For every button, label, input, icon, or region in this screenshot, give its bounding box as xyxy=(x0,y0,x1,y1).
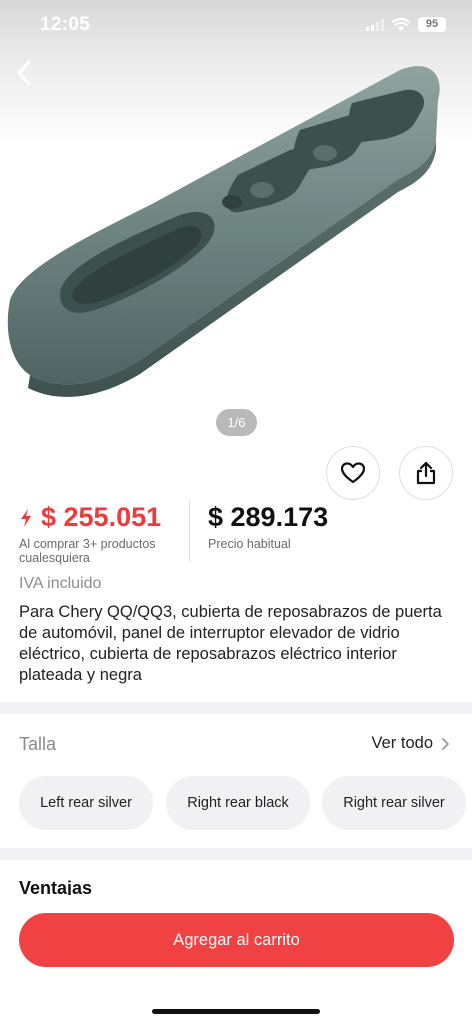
see-all-link[interactable]: Ver todo xyxy=(372,734,450,753)
price-divider xyxy=(189,500,190,562)
bolt-icon xyxy=(21,508,31,527)
favorite-button[interactable] xyxy=(326,446,380,500)
status-time: 12:05 xyxy=(40,14,91,35)
size-label: Talla xyxy=(19,734,57,754)
heart-icon xyxy=(340,462,366,484)
promo-price: $ 255.051 xyxy=(19,502,161,533)
back-arrow-icon xyxy=(17,60,31,86)
promo-note: Al comprar 3+ productos cualesquiera xyxy=(19,537,156,565)
status-icons: 95 xyxy=(366,17,446,32)
home-indicator xyxy=(152,1009,320,1014)
product-image xyxy=(7,66,440,397)
section-divider xyxy=(0,848,472,860)
size-option[interactable]: Right rear black xyxy=(166,776,310,830)
product-image-gallery[interactable] xyxy=(0,0,472,470)
bottom-action-bar: Agregar al carrito xyxy=(0,895,472,1024)
promo-price-value: $ 255.051 xyxy=(41,502,162,532)
add-to-cart-button[interactable]: Agregar al carrito xyxy=(19,913,454,967)
tax-note: IVA incluido xyxy=(19,575,102,592)
back-button[interactable] xyxy=(8,56,42,90)
chevron-right-icon xyxy=(442,737,449,750)
signal-icon xyxy=(366,18,384,31)
status-bar: 12:05 95 xyxy=(0,0,472,52)
share-icon xyxy=(416,461,436,485)
section-divider xyxy=(0,702,472,714)
regular-price-note: Precio habitual xyxy=(208,537,291,551)
regular-price: $ 289.173 xyxy=(208,502,329,532)
share-button[interactable] xyxy=(399,446,453,500)
size-option[interactable]: Right rear silver xyxy=(322,776,466,830)
size-option[interactable]: Left rear silver xyxy=(19,776,153,830)
see-all-label: Ver todo xyxy=(371,734,433,752)
image-counter: 1/6 xyxy=(216,409,257,436)
product-title: Para Chery QQ/QQ3, cubierta de reposabra… xyxy=(19,603,442,684)
wifi-icon xyxy=(392,17,410,31)
battery-indicator: 95 xyxy=(418,17,446,32)
